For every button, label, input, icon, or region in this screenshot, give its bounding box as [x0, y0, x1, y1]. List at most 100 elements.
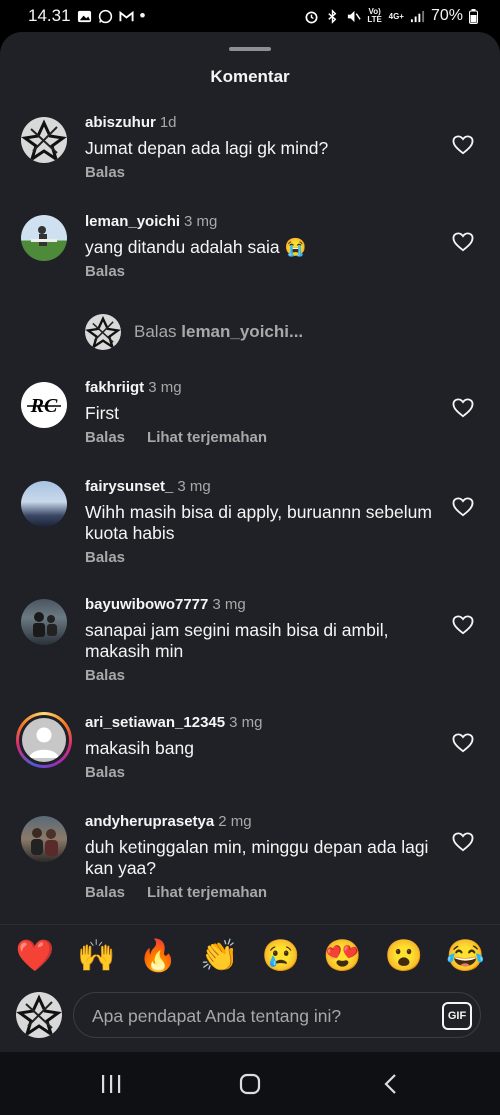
emoji-fire[interactable]: 🔥: [136, 936, 180, 976]
comment-time: 3 mg: [229, 714, 263, 731]
heart-icon[interactable]: [452, 232, 474, 252]
network-4g-label: 4G+: [388, 11, 404, 21]
reply-button[interactable]: Balas: [85, 549, 125, 566]
gif-icon[interactable]: GIF: [442, 1002, 472, 1030]
reply-prompt-text[interactable]: Balas leman_yoichi...: [134, 322, 303, 342]
recents-icon[interactable]: [99, 1072, 123, 1096]
avatar[interactable]: [21, 215, 67, 261]
translate-button[interactable]: Lihat terjemahan: [147, 884, 267, 901]
comment-actions: Balas: [85, 263, 435, 280]
heart-icon[interactable]: [452, 497, 474, 517]
heart-icon[interactable]: [452, 398, 474, 418]
heart-icon[interactable]: [452, 733, 474, 753]
comment-actions: Balas: [85, 764, 435, 781]
avatar[interactable]: [21, 117, 67, 163]
status-left: 14.31 •: [28, 6, 146, 26]
comment-input-placeholder: Apa pendapat Anda tentang ini?: [92, 1006, 342, 1026]
default-avatar-icon: [29, 727, 59, 758]
status-bar: 14.31 • Vo) LTE 4G+ 70%: [0, 0, 500, 32]
comment-actions: Balas: [85, 549, 435, 566]
comment-time: 1d: [159, 114, 177, 131]
back-icon[interactable]: [380, 1072, 404, 1096]
emoji-heart-eyes[interactable]: 😍: [320, 936, 364, 976]
comment-time: 3 mg: [177, 478, 211, 495]
sheet-title: Komentar: [210, 67, 290, 86]
gallery-icon: [77, 10, 91, 22]
heart-icon[interactable]: [452, 135, 474, 155]
comment-actions: Balas: [85, 164, 435, 181]
comment-body: bayuwibowo7777 3 mg sanapai jam segini ma…: [85, 596, 435, 684]
comment-body: fairysunset_ 3 mg Wihh masih bisa di appl…: [85, 478, 435, 566]
emoji-clap[interactable]: 👏: [197, 936, 241, 976]
emoji-reaction-bar: ❤️ 🙌 🔥 👏 😢 😍 😮 😂: [0, 936, 500, 976]
bluetooth-icon: [327, 8, 336, 24]
comment-text: makasih bang: [85, 738, 194, 758]
home-icon[interactable]: [238, 1072, 262, 1096]
reply-prompt-prefix: Balas: [134, 322, 177, 341]
avatar[interactable]: [21, 599, 67, 645]
comment-text: duh ketinggalan min, minggu depan ada la…: [85, 837, 429, 878]
comment-time: 3 mg: [212, 596, 246, 613]
heart-icon[interactable]: [452, 615, 474, 635]
reply-button[interactable]: Balas: [85, 764, 125, 781]
reply-avatar: [85, 314, 121, 350]
battery-icon: [469, 8, 478, 24]
comment-username[interactable]: bayuwibowo7777: [85, 596, 208, 613]
comment-body: ari_setiawan_12345 3 mg makasih bang Bala…: [85, 714, 435, 781]
avatar[interactable]: RC: [21, 382, 67, 428]
my-avatar: [16, 992, 62, 1038]
comment-text: Jumat depan ada lagi gk mind?: [85, 138, 329, 158]
comment-username[interactable]: leman_yoichi: [85, 213, 180, 230]
view-replies-row[interactable]: Balas leman_yoichi...: [85, 314, 303, 350]
avatar[interactable]: [21, 481, 67, 527]
emoji-surprised[interactable]: 😮: [382, 936, 426, 976]
alarm-icon: [305, 10, 318, 23]
comment-time: 3 mg: [184, 213, 218, 230]
mute-icon: [347, 10, 361, 22]
heart-icon[interactable]: [452, 832, 474, 852]
status-right: Vo) LTE 4G+ 70%: [304, 7, 478, 25]
comment-body: andyheruprasetya 2 mg duh ketinggalan min…: [85, 813, 435, 901]
reply-button[interactable]: Balas: [85, 263, 125, 280]
comment-text: sanapai jam segini masih bisa di ambil, …: [85, 620, 389, 661]
reply-button[interactable]: Balas: [85, 884, 125, 901]
reply-prompt-user: leman_yoichi...: [181, 322, 304, 341]
comment-username[interactable]: fakhriigt: [85, 379, 144, 396]
comment-time: 2 mg: [218, 813, 252, 830]
comment-body: abiszuhur 1d Jumat depan ada lagi gk mind…: [85, 114, 435, 181]
comment-input-row: Apa pendapat Anda tentang ini? GIF: [0, 990, 500, 1042]
divider: [0, 924, 500, 925]
comments-sheet: Komentar abiszuhur 1d Jumat depan ada lag…: [0, 32, 500, 1052]
comment-text: yang ditandu adalah saia 😭: [85, 237, 307, 257]
battery-percent: 70%: [430, 7, 463, 24]
emoji-laughing[interactable]: 😂: [443, 936, 487, 976]
comment-actions: Balas Lihat terjemahan: [85, 429, 435, 446]
gmail-icon: [119, 10, 134, 21]
reply-button[interactable]: Balas: [85, 164, 125, 181]
emoji-raised-hands[interactable]: 🙌: [74, 936, 118, 976]
comment-text: First: [85, 403, 120, 423]
comment-actions: Balas: [85, 667, 435, 684]
comment-time: 3 mg: [148, 379, 182, 396]
comment-input[interactable]: Apa pendapat Anda tentang ini? GIF: [73, 992, 481, 1038]
comment-text: Wihh masih bisa di apply, buruannn sebel…: [85, 502, 432, 543]
avatar-story-ring[interactable]: [16, 712, 72, 768]
signal-icon: [410, 10, 425, 22]
drag-handle[interactable]: [229, 47, 271, 51]
status-dot: •: [139, 6, 146, 25]
comment-body: fakhriigt 3 mg First Balas Lihat terjemaha…: [85, 379, 435, 446]
emoji-crying[interactable]: 😢: [259, 936, 303, 976]
reply-button[interactable]: Balas: [85, 667, 125, 684]
whatsapp-icon: [98, 9, 112, 23]
system-nav-bar: [0, 1052, 500, 1115]
comment-username[interactable]: andyheruprasetya: [85, 813, 214, 830]
comment-username[interactable]: abiszuhur: [85, 114, 156, 131]
comment-username[interactable]: ari_setiawan_12345: [85, 714, 225, 731]
comment-username[interactable]: fairysunset_: [85, 478, 173, 495]
translate-button[interactable]: Lihat terjemahan: [147, 429, 267, 446]
network-label: Vo) LTE: [367, 7, 382, 24]
emoji-heart[interactable]: ❤️: [13, 936, 57, 976]
comment-body: leman_yoichi 3 mg yang ditandu adalah sai…: [85, 213, 435, 280]
avatar[interactable]: [21, 816, 67, 862]
reply-button[interactable]: Balas: [85, 429, 125, 446]
